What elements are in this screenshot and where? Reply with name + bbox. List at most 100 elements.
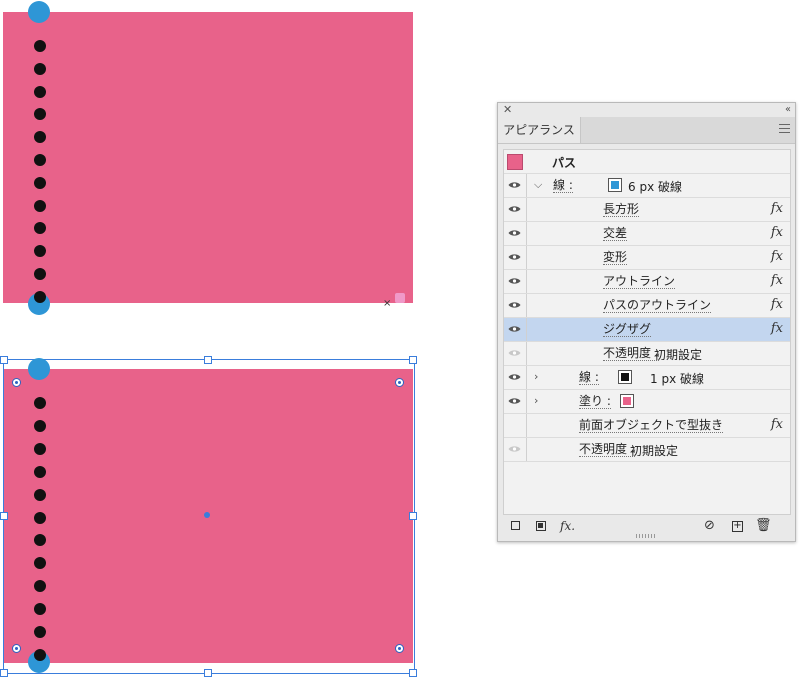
visibility-toggle[interactable] xyxy=(504,318,527,341)
row-label[interactable]: 長方形 xyxy=(603,202,640,217)
visibility-toggle[interactable] xyxy=(504,342,527,365)
color-swatch[interactable] xyxy=(608,178,622,192)
bbox-handle-top-center[interactable] xyxy=(204,356,212,364)
row-label[interactable]: 前面オブジェクトで型抜き xyxy=(579,418,724,433)
stroke-dot xyxy=(34,85,46,98)
appearance-row[interactable]: 交差 fx xyxy=(504,222,790,246)
visibility-toggle[interactable] xyxy=(504,414,527,437)
stroke-dot xyxy=(34,626,46,638)
stroke-dot xyxy=(34,40,46,52)
stroke-dot xyxy=(34,511,46,524)
chevron-right-icon[interactable]: › xyxy=(534,394,538,407)
row-label[interactable]: 線 : xyxy=(579,370,599,385)
row-label[interactable]: 変形 xyxy=(603,250,628,265)
visibility-toggle[interactable] xyxy=(504,390,527,413)
appearance-row[interactable]: 長方形 fx xyxy=(504,198,790,222)
appearance-row[interactable]: › 塗り : xyxy=(504,390,790,414)
bbox-handle-top-right[interactable] xyxy=(409,356,417,364)
path-label: パス xyxy=(552,156,577,170)
stroke-dot xyxy=(34,154,46,166)
row-label[interactable]: 不透明度 : xyxy=(603,346,659,361)
pink-rectangle-top[interactable] xyxy=(3,12,413,303)
eye-icon xyxy=(508,350,521,356)
bbox-handle-bottom-left[interactable] xyxy=(0,669,8,677)
eye-icon xyxy=(508,326,521,332)
bbox-handle-middle-left[interactable] xyxy=(0,512,8,520)
duplicate-item-icon[interactable]: + xyxy=(732,521,743,532)
stroke-dot xyxy=(34,648,46,661)
double-chevron-left-icon[interactable]: ‹‹ xyxy=(785,103,791,117)
fx-icon[interactable]: fx xyxy=(771,417,783,432)
center-point xyxy=(204,512,210,518)
hamburger-menu-icon[interactable] xyxy=(779,124,790,136)
visibility-toggle[interactable] xyxy=(504,174,527,197)
eye-icon xyxy=(508,230,521,236)
appearance-row[interactable]: › 線 : 1 px 破線 xyxy=(504,366,790,390)
stroke-dot xyxy=(34,62,46,75)
appearance-row[interactable]: 前面オブジェクトで型抜き fx xyxy=(504,414,790,438)
visibility-toggle[interactable] xyxy=(504,294,527,317)
visibility-toggle[interactable] xyxy=(504,270,527,293)
bbox-handle-bottom-right[interactable] xyxy=(409,669,417,677)
appearance-row[interactable]: 不透明度 : 初期設定 xyxy=(504,342,790,366)
live-corner-widget[interactable] xyxy=(12,644,21,653)
row-label[interactable]: 線 : xyxy=(553,178,573,193)
stroke-dot xyxy=(34,268,46,280)
row-label[interactable]: 不透明度 : xyxy=(579,442,635,457)
visibility-toggle[interactable] xyxy=(504,222,527,245)
live-corner-widget[interactable] xyxy=(395,378,404,387)
fx-icon[interactable]: fx xyxy=(771,297,783,312)
appearance-row[interactable]: ⌵ 線 : 6 px 破線 xyxy=(504,174,790,198)
clear-appearance-icon[interactable]: ⊘ xyxy=(704,519,715,532)
eye-icon xyxy=(508,398,521,404)
eye-icon xyxy=(508,374,521,380)
add-stroke-icon[interactable] xyxy=(511,521,520,530)
live-corner-widget[interactable] xyxy=(12,378,21,387)
path-header-row[interactable]: パス xyxy=(504,150,790,174)
fx-icon[interactable]: fx xyxy=(771,249,783,264)
resize-gripper[interactable] xyxy=(636,534,656,538)
top-anchor-dot xyxy=(28,1,50,23)
fx-icon[interactable]: fx xyxy=(771,225,783,240)
stroke-dot xyxy=(34,442,46,455)
close-icon[interactable]: ✕ xyxy=(503,103,512,117)
visibility-toggle[interactable] xyxy=(504,198,527,221)
fx-icon[interactable]: fx xyxy=(771,321,783,336)
bbox-handle-top-left[interactable] xyxy=(0,356,8,364)
row-label[interactable]: アウトライン xyxy=(603,274,676,289)
appearance-row[interactable]: 不透明度 : 初期設定 xyxy=(504,438,790,462)
path-thumbnail xyxy=(507,154,523,170)
chevron-right-icon[interactable]: › xyxy=(534,370,538,383)
bbox-handle-bottom-center[interactable] xyxy=(204,669,212,677)
row-label[interactable]: 塗り : xyxy=(579,394,611,409)
row-value: 初期設定 xyxy=(630,444,679,458)
stroke-dot xyxy=(34,488,46,501)
tab-appearance[interactable]: アピアランス xyxy=(498,117,581,143)
eye-icon xyxy=(508,254,521,260)
appearance-row[interactable]: アウトライン fx xyxy=(504,270,790,294)
row-label[interactable]: ジグザグ xyxy=(603,322,652,337)
fx-icon[interactable]: fx xyxy=(771,201,783,216)
color-swatch[interactable] xyxy=(618,370,632,384)
trash-icon[interactable]: 🗑 xyxy=(755,519,772,532)
row-value: 6 px 破線 xyxy=(628,180,682,194)
chevron-down-icon[interactable]: ⌵ xyxy=(534,178,542,192)
color-swatch[interactable] xyxy=(620,394,634,408)
add-fill-icon[interactable] xyxy=(536,521,546,531)
add-effect-button[interactable]: fx. xyxy=(560,520,575,532)
visibility-toggle[interactable] xyxy=(504,246,527,269)
bbox-handle-middle-right[interactable] xyxy=(409,512,417,520)
appearance-panel: ✕ ‹‹ アピアランス パス ⌵ 線 :6 px 破線 長方形 fx 交差 fx 変形 fx ア… xyxy=(497,102,796,542)
fx-icon[interactable]: fx xyxy=(771,273,783,288)
appearance-row[interactable]: ジグザグ fx xyxy=(504,318,790,342)
appearance-row[interactable]: パスのアウトライン fx xyxy=(504,294,790,318)
stroke-dot xyxy=(34,419,46,432)
live-corner-widget[interactable] xyxy=(395,644,404,653)
visibility-toggle[interactable] xyxy=(504,438,527,461)
eye-icon xyxy=(508,302,521,308)
row-label[interactable]: パスのアウトライン xyxy=(603,298,712,313)
panel-title-bar[interactable]: ✕ ‹‹ xyxy=(498,103,795,117)
row-label[interactable]: 交差 xyxy=(603,226,628,241)
appearance-row[interactable]: 変形 fx xyxy=(504,246,790,270)
visibility-toggle[interactable] xyxy=(504,366,527,389)
